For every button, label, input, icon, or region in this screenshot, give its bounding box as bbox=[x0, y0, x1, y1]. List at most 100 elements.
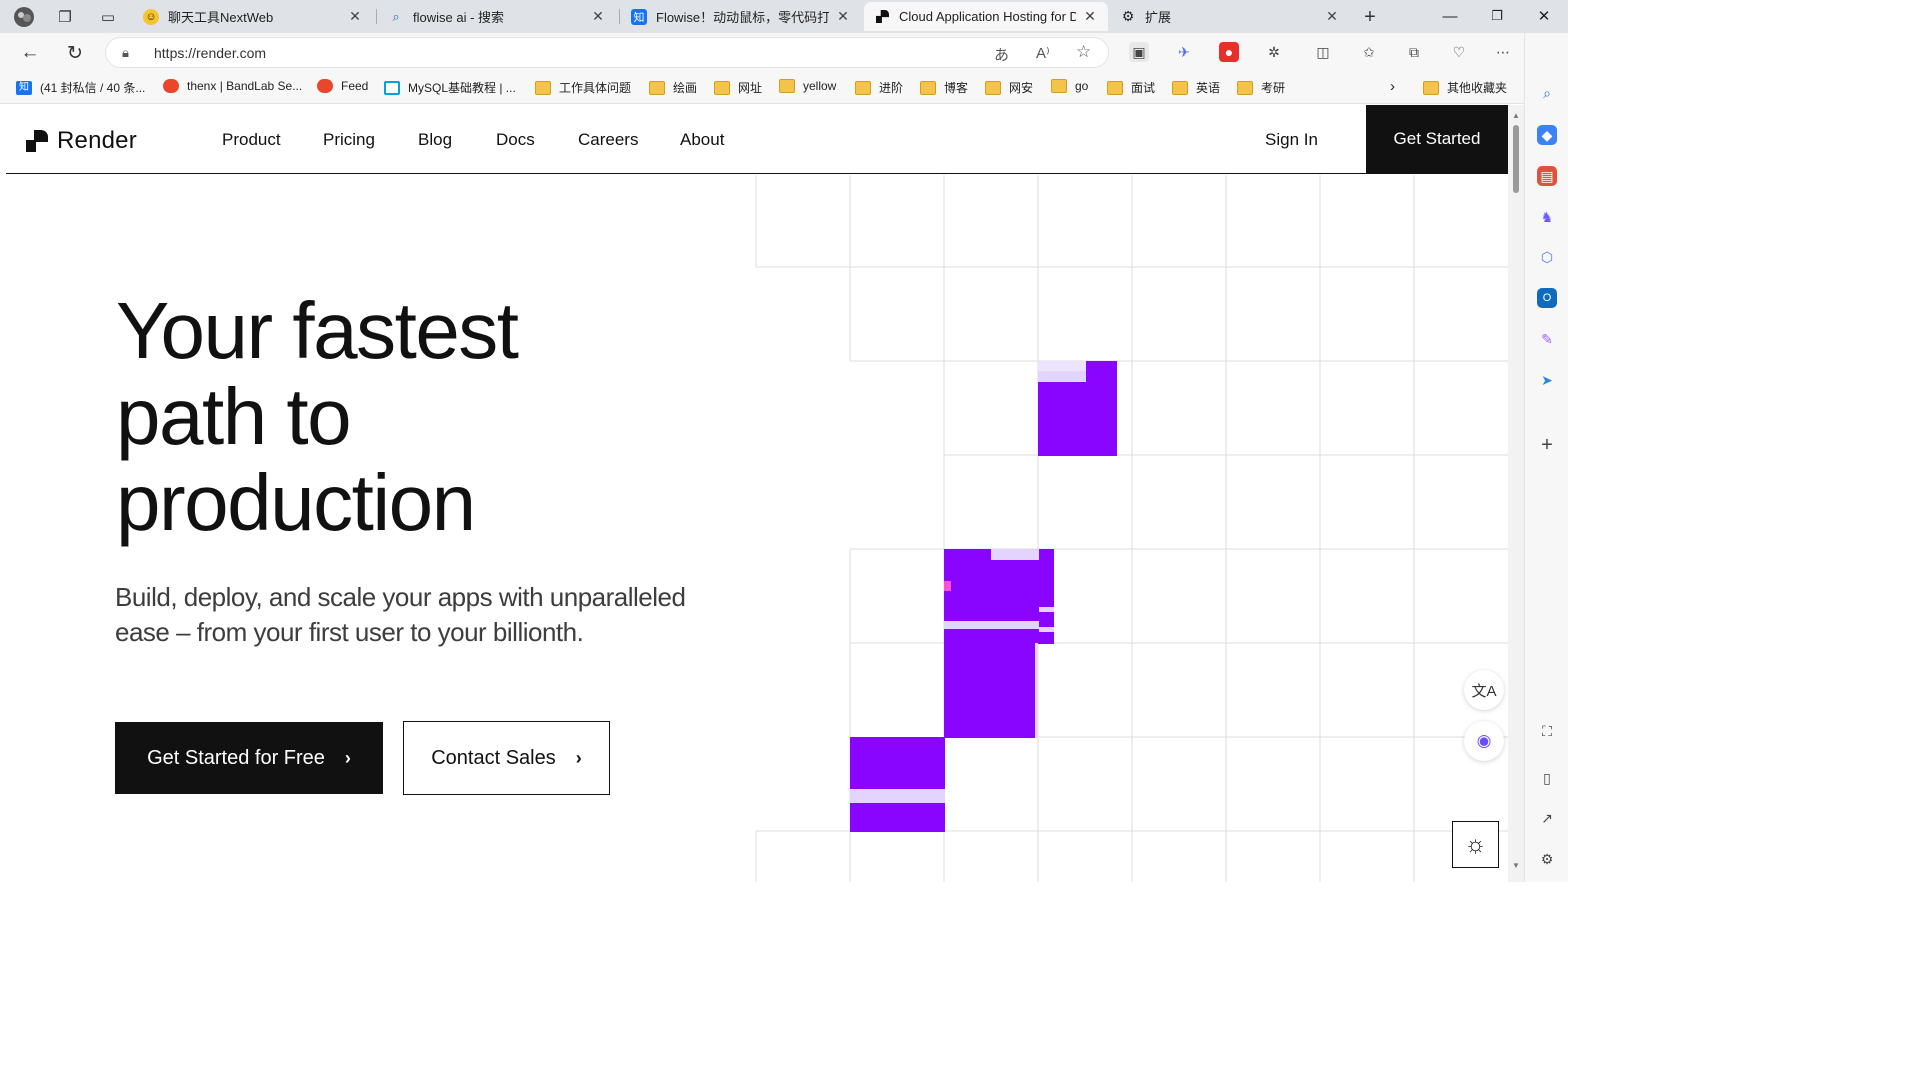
bookmark-folder[interactable]: 工作具体问题 bbox=[535, 79, 631, 96]
screenshot-icon[interactable]: ⛶ bbox=[1537, 721, 1557, 741]
page-scrollbar[interactable]: ▲ ▼ bbox=[1508, 105, 1524, 882]
nav-docs[interactable]: Docs bbox=[496, 130, 535, 150]
folder-icon bbox=[1172, 80, 1188, 95]
drop-send-icon[interactable]: ➤ bbox=[1537, 370, 1557, 390]
bookmark-label: 进阶 bbox=[879, 81, 904, 95]
microsoft-365-icon[interactable]: ⬡ bbox=[1537, 247, 1557, 267]
extension-red-icon[interactable]: ● bbox=[1219, 42, 1239, 62]
refresh-icon[interactable]: ↻ bbox=[62, 41, 88, 65]
bookmark-folder[interactable]: yellow bbox=[779, 79, 836, 93]
search-icon[interactable]: ⌕ bbox=[1537, 83, 1557, 103]
lock-icon[interactable]: 🔒︎ bbox=[122, 45, 129, 61]
button-label: Contact Sales bbox=[431, 746, 556, 769]
more-menu-icon[interactable]: ⋯ bbox=[1493, 42, 1513, 62]
browser-essentials-icon[interactable]: ♡ bbox=[1449, 42, 1469, 62]
folder-icon bbox=[985, 80, 1001, 95]
render-logo[interactable]: Render bbox=[26, 127, 137, 155]
scroll-thumb[interactable] bbox=[1513, 125, 1519, 193]
hide-sidebar-icon[interactable]: ▯ bbox=[1537, 768, 1557, 788]
purple-block bbox=[1038, 361, 1117, 456]
new-tab-icon[interactable]: + bbox=[1359, 6, 1381, 28]
nav-pricing[interactable]: Pricing bbox=[323, 130, 375, 150]
nav-blog[interactable]: Blog bbox=[418, 130, 452, 150]
hero-subtitle-line: Build, deploy, and scale your apps with … bbox=[115, 582, 686, 612]
back-icon[interactable]: ← bbox=[17, 41, 43, 65]
nav-product[interactable]: Product bbox=[222, 130, 281, 150]
assistant-bot-icon[interactable]: ◉ bbox=[1464, 721, 1504, 761]
bookmark-folder[interactable]: go bbox=[1051, 79, 1088, 93]
collections-icon[interactable]: ⧉ bbox=[1404, 42, 1424, 62]
tab-nextweb[interactable]: ☺ 聊天工具NextWeb ✕ bbox=[133, 2, 373, 31]
favorites-icon[interactable]: ✩ bbox=[1359, 42, 1379, 62]
translate-float-icon[interactable]: 文A bbox=[1464, 670, 1504, 710]
purple-block-highlight bbox=[1038, 361, 1086, 382]
nav-careers[interactable]: Careers bbox=[578, 130, 638, 150]
bookmark-folder[interactable]: 其他收藏夹 bbox=[1423, 79, 1507, 96]
bookmark-item[interactable]: MySQL基础教程 | ... bbox=[384, 79, 516, 96]
close-tab-icon[interactable]: ✕ bbox=[1324, 8, 1340, 25]
bookmark-folder[interactable]: 进阶 bbox=[855, 79, 903, 96]
get-started-button[interactable]: Get Started bbox=[1366, 105, 1508, 173]
get-started-free-button[interactable]: Get Started for Free › bbox=[115, 722, 383, 794]
bookmark-item[interactable]: 知 (41 封私信 / 40 条... bbox=[16, 79, 145, 96]
nav-about[interactable]: About bbox=[680, 130, 724, 150]
close-tab-icon[interactable]: ✕ bbox=[347, 8, 363, 25]
bookmark-item[interactable]: thenx | BandLab Se... bbox=[163, 79, 302, 93]
bookmark-folder[interactable]: 绘画 bbox=[649, 79, 697, 96]
bookmark-folder[interactable]: 网址 bbox=[714, 79, 762, 96]
scroll-up-arrow-icon[interactable]: ▲ bbox=[1512, 111, 1520, 120]
bookmark-folder[interactable]: 博客 bbox=[920, 79, 968, 96]
shopping-tag-icon[interactable]: ◆ bbox=[1537, 125, 1557, 145]
read-aloud-icon[interactable]: A⁾ bbox=[1036, 44, 1050, 62]
bookmark-label: 博客 bbox=[944, 81, 969, 95]
workspaces-icon[interactable]: ❐ bbox=[54, 6, 76, 28]
designer-icon[interactable]: ✎ bbox=[1537, 329, 1557, 349]
bookmark-folder[interactable]: 网安 bbox=[985, 79, 1033, 96]
url-text[interactable]: https://render.com bbox=[154, 45, 266, 61]
folder-icon bbox=[649, 80, 665, 95]
games-icon[interactable]: ♞ bbox=[1537, 207, 1557, 227]
tab-flowise-search[interactable]: ⌕ flowise ai - 搜索 ✕ bbox=[378, 2, 616, 31]
add-sidebar-app-icon[interactable]: + bbox=[1537, 434, 1557, 456]
theme-toggle-sun-icon[interactable]: ☼ bbox=[1452, 821, 1499, 868]
extension-tab-icon[interactable]: ▣ bbox=[1129, 42, 1149, 62]
hero-subtitle-line: ease – from your first user to your bill… bbox=[115, 617, 584, 647]
tab-actions-icon[interactable]: ▭ bbox=[97, 6, 119, 28]
favorite-star-icon[interactable]: ☆ bbox=[1076, 42, 1091, 62]
bandlab-icon bbox=[317, 79, 333, 93]
bookmark-label: Feed bbox=[341, 79, 369, 93]
close-tab-icon[interactable]: ✕ bbox=[1082, 8, 1098, 25]
extension-bird-icon[interactable]: ✈ bbox=[1174, 42, 1194, 62]
bookmarks-overflow-chevron-icon[interactable]: › bbox=[1390, 78, 1395, 95]
bandlab-icon bbox=[163, 79, 179, 93]
close-tab-icon[interactable]: ✕ bbox=[590, 8, 606, 25]
contact-sales-button[interactable]: Contact Sales › bbox=[403, 721, 610, 795]
extensions-icon[interactable]: ✲ bbox=[1264, 42, 1284, 62]
minimize-icon[interactable]: — bbox=[1430, 4, 1470, 28]
tab-render[interactable]: Cloud Application Hosting for De ✕ bbox=[864, 2, 1108, 31]
bookmark-folder[interactable]: 考研 bbox=[1237, 79, 1285, 96]
sidebar-settings-gear-icon[interactable]: ⚙ bbox=[1537, 849, 1557, 869]
bookmarks-bar: 知 (41 封私信 / 40 条... thenx | BandLab Se..… bbox=[0, 72, 1568, 104]
restore-icon[interactable]: ❐ bbox=[1477, 4, 1517, 28]
bookmark-folder[interactable]: 面试 bbox=[1107, 79, 1155, 96]
bookmark-item[interactable]: Feed bbox=[317, 79, 368, 93]
open-external-icon[interactable]: ↗ bbox=[1537, 808, 1557, 828]
profile-avatar-icon[interactable] bbox=[13, 6, 35, 28]
outlook-icon[interactable]: O bbox=[1537, 288, 1557, 308]
scroll-down-arrow-icon[interactable]: ▼ bbox=[1512, 861, 1520, 870]
bookmark-label: 英语 bbox=[1196, 81, 1221, 95]
purple-block bbox=[944, 549, 1054, 644]
close-window-icon[interactable]: ✕ bbox=[1524, 4, 1564, 28]
address-bar[interactable]: 🔒︎ https://render.com あ A⁾ ☆ bbox=[105, 37, 1109, 68]
bookmark-folder[interactable]: 英语 bbox=[1172, 79, 1220, 96]
tools-briefcase-icon[interactable]: ▤ bbox=[1537, 166, 1557, 186]
translate-page-icon[interactable]: あ bbox=[994, 44, 1009, 65]
tab-extensions[interactable]: ⚙ 扩展 ✕ bbox=[1110, 2, 1350, 31]
tab-zhihu-flowise[interactable]: 知 Flowise！动动鼠标，零代码打造 ✕ bbox=[621, 2, 861, 31]
split-screen-icon[interactable]: ◫ bbox=[1313, 42, 1333, 62]
purple-block-highlight bbox=[1039, 627, 1054, 632]
sign-in-link[interactable]: Sign In bbox=[1265, 130, 1318, 150]
close-tab-icon[interactable]: ✕ bbox=[835, 8, 851, 25]
purple-block-highlight bbox=[1038, 361, 1086, 371]
